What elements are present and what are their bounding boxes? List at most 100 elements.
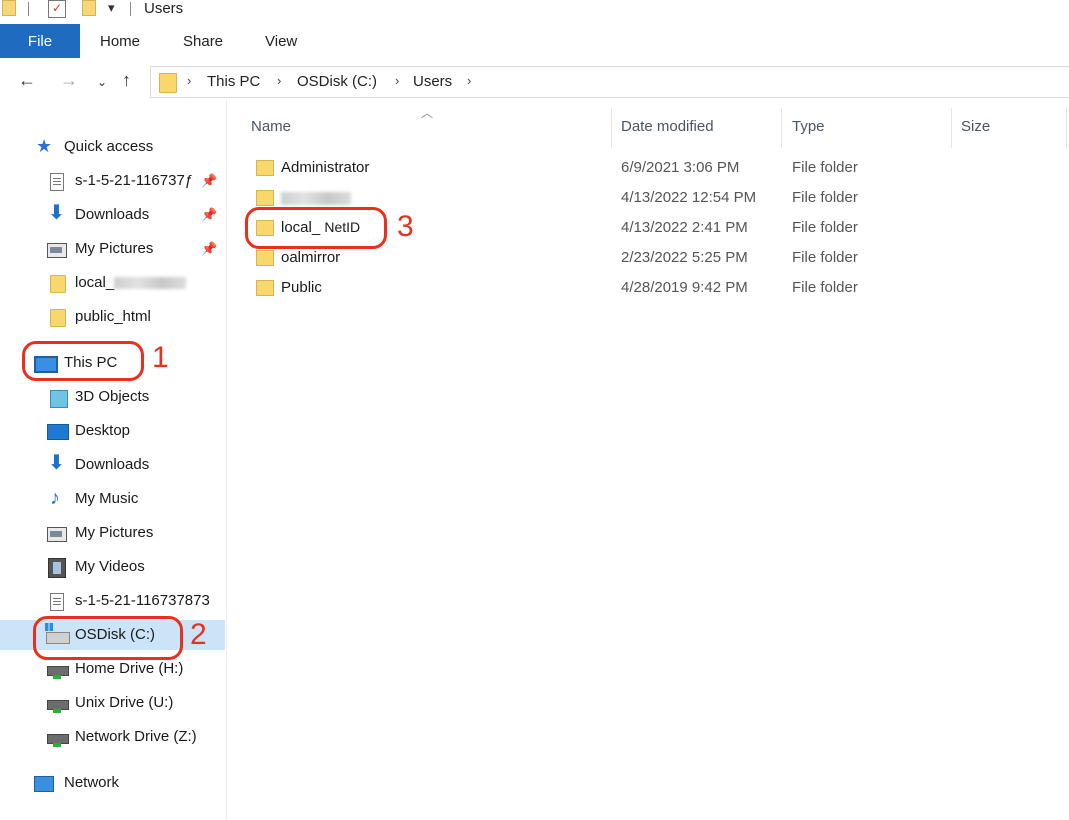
ribbon xyxy=(0,24,1069,60)
file-name: Public xyxy=(281,279,322,296)
annotation-number: 1 xyxy=(152,341,169,374)
up-arrow-icon[interactable]: ↑ xyxy=(122,70,131,91)
title-bar: ✓ ▾ Users xyxy=(0,0,1069,22)
nav-network[interactable]: Network xyxy=(0,768,225,798)
nav-label: Network xyxy=(64,774,120,791)
document-icon xyxy=(50,593,64,611)
breadcrumb-chevron-icon[interactable]: › xyxy=(395,73,399,88)
folder-icon xyxy=(256,280,274,296)
nav-item-downloads[interactable]: ⬇ Downloads xyxy=(0,450,225,480)
download-arrow-icon: ⬇ xyxy=(48,452,65,474)
document-icon xyxy=(50,173,64,191)
breadcrumb-chevron-icon[interactable]: › xyxy=(187,73,191,88)
file-date: 4/13/2022 2:41 PM xyxy=(621,219,748,236)
file-date: 4/13/2022 12:54 PM xyxy=(621,189,757,206)
new-folder-icon[interactable] xyxy=(82,0,96,16)
nav-item-3d-objects[interactable]: 3D Objects xyxy=(0,382,225,412)
column-header-size[interactable]: Size xyxy=(961,118,990,135)
network-icon xyxy=(34,776,54,792)
sort-ascending-icon[interactable]: ︿ xyxy=(421,104,433,121)
forward-arrow-icon[interactable]: → xyxy=(60,70,78,91)
column-divider[interactable] xyxy=(781,108,782,148)
annotation-ring xyxy=(245,207,387,249)
file-row-public[interactable]: Public 4/28/2019 9:42 PM File folder xyxy=(240,272,1040,302)
nav-item-sid-file-2[interactable]: s-1-5-21-116737873 xyxy=(0,586,225,616)
nav-item-my-music[interactable]: ♪ My Music xyxy=(0,484,225,514)
nav-label: My Music xyxy=(75,490,139,507)
nav-item-unix-drive[interactable]: Unix Drive (U:) xyxy=(0,688,225,718)
nav-item-desktop[interactable]: Desktop xyxy=(0,416,225,446)
music-note-icon: ♪ xyxy=(50,487,60,509)
folder-icon xyxy=(256,250,274,266)
folder-icon xyxy=(159,73,177,93)
nav-label: public_html xyxy=(75,308,151,325)
column-header-type[interactable]: Type xyxy=(792,118,825,135)
nav-label: Downloads xyxy=(75,456,150,473)
nav-item-sid-file[interactable]: s-1-5-21-116737ƒ 📌 xyxy=(0,166,225,196)
network-drive-icon xyxy=(47,666,69,679)
nav-label: s-1-5-21-116737873 xyxy=(75,592,210,609)
nav-quick-access[interactable]: ★ Quick access xyxy=(0,132,225,162)
breadcrumb-chevron-icon[interactable]: › xyxy=(467,73,471,88)
redacted-text xyxy=(281,191,351,205)
navigation-pane: ★ Quick access s-1-5-21-116737ƒ 📌 ⬇ Down… xyxy=(0,100,227,820)
breadcrumb-users[interactable]: Users xyxy=(413,73,452,90)
folder-icon xyxy=(50,275,66,293)
column-divider[interactable] xyxy=(951,108,952,148)
3d-objects-icon xyxy=(50,390,68,408)
pin-icon[interactable]: 📌 xyxy=(201,241,217,257)
folder-icon xyxy=(2,0,16,16)
breadcrumb-osdisk[interactable]: OSDisk (C:) xyxy=(297,73,377,90)
separator xyxy=(130,2,131,16)
tab-file[interactable]: File xyxy=(0,24,80,58)
properties-icon[interactable]: ✓ xyxy=(48,0,66,18)
nav-item-public-html[interactable]: public_html xyxy=(0,302,225,332)
folder-icon xyxy=(256,160,274,176)
redacted-text xyxy=(114,277,187,290)
file-date: 2/23/2022 5:25 PM xyxy=(621,249,748,266)
nav-label: Desktop xyxy=(75,422,131,439)
file-date: 6/9/2021 3:06 PM xyxy=(621,159,740,176)
column-divider[interactable] xyxy=(1066,108,1067,148)
file-row-administrator[interactable]: Administrator 6/9/2021 3:06 PM File fold… xyxy=(240,152,1040,182)
folder-icon xyxy=(50,309,66,327)
column-header-name[interactable]: Name xyxy=(251,118,291,135)
download-arrow-icon: ⬇ xyxy=(48,202,65,224)
nav-label: Network Drive (Z:) xyxy=(75,728,197,745)
address-bar[interactable]: › This PC › OSDisk (C:) › Users › xyxy=(150,66,1069,98)
file-name: Administrator xyxy=(281,159,370,176)
nav-item-my-pictures-quick[interactable]: My Pictures 📌 xyxy=(0,234,225,264)
nav-label: local_ xyxy=(75,274,187,291)
network-drive-icon xyxy=(47,734,69,747)
file-type: File folder xyxy=(792,189,858,206)
breadcrumb-chevron-icon[interactable]: › xyxy=(277,73,281,88)
pin-icon[interactable]: 📌 xyxy=(201,207,217,223)
column-header-date-modified[interactable]: Date modified xyxy=(621,118,714,135)
nav-label: Quick access xyxy=(64,138,154,155)
nav-label: My Pictures xyxy=(75,524,154,541)
back-arrow-icon[interactable]: ← xyxy=(18,70,36,91)
column-divider[interactable] xyxy=(611,108,612,148)
breadcrumb-this-pc[interactable]: This PC xyxy=(207,73,260,90)
tab-view[interactable]: View xyxy=(265,33,297,50)
nav-item-my-pictures[interactable]: My Pictures xyxy=(0,518,225,548)
recent-locations-chevron-icon[interactable]: ⌄ xyxy=(97,75,107,89)
pictures-icon xyxy=(47,527,67,542)
annotation-number: 3 xyxy=(397,210,414,243)
nav-label: Unix Drive (U:) xyxy=(75,694,174,711)
window-title: Users xyxy=(144,0,184,17)
nav-item-network-drive[interactable]: Network Drive (Z:) xyxy=(0,722,225,752)
annotation-ring xyxy=(22,341,144,381)
tab-home[interactable]: Home xyxy=(100,33,140,50)
nav-item-my-videos[interactable]: My Videos xyxy=(0,552,225,582)
nav-item-downloads-quick[interactable]: ⬇ Downloads 📌 xyxy=(0,200,225,230)
annotation-number: 2 xyxy=(190,618,207,651)
file-type: File folder xyxy=(792,249,858,266)
pin-icon[interactable]: 📌 xyxy=(201,173,217,189)
annotation-ring xyxy=(33,616,183,660)
customize-toolbar-icon[interactable]: ▾ xyxy=(108,0,115,16)
nav-label: My Pictures xyxy=(75,240,154,257)
star-icon: ★ xyxy=(36,136,53,156)
nav-item-local-folder[interactable]: local_ xyxy=(0,268,225,298)
tab-share[interactable]: Share xyxy=(183,33,223,50)
